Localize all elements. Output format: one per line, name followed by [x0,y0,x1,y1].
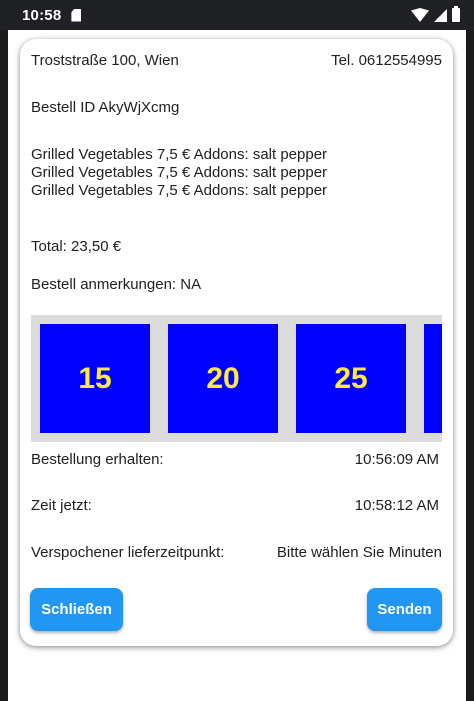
minute-option-label: 25 [334,361,368,395]
minute-option-25[interactable]: 25 [296,324,406,433]
minute-option-label: 15 [78,361,112,395]
close-button[interactable]: Schließen [30,588,123,631]
status-left: 10:58 [22,6,82,24]
device-frame-left [0,30,8,701]
current-time-value: 10:58:12 AM [354,497,439,514]
device-frame-right [466,30,474,701]
minute-option-15[interactable]: 15 [40,324,150,433]
customer-address: Troststraße 100, Wien [31,52,179,69]
current-time-label: Zeit jetzt: [31,497,92,514]
status-right [411,6,460,22]
order-dialog: Troststraße 100, Wien Tel. 0612554995 Be… [20,39,453,646]
minute-option-label: 20 [206,361,240,395]
promised-time-label: Verspochener lieferzeitpunkt: [31,544,225,561]
send-button[interactable]: Senden [367,588,442,631]
order-id: Bestell ID AkyWjXcmg [31,99,180,116]
status-time: 10:58 [22,6,62,24]
order-total: Total: 23,50 € [31,238,122,255]
minute-option-20[interactable]: 20 [168,324,278,433]
order-item: Grilled Vegetables 7,5 € Addons: salt pe… [31,164,328,181]
minutes-picker[interactable]: 15 20 25 [31,315,442,442]
received-label: Bestellung erhalten: [31,451,164,468]
signal-icon [434,8,447,22]
received-value: 10:56:09 AM [354,451,439,468]
status-bar: 10:58 [0,0,474,30]
promised-time-value: Bitte wählen Sie Minuten [276,544,442,561]
order-notes: Bestell anmerkungen: NA [31,276,202,293]
minute-option-partial[interactable] [424,324,442,433]
battery-icon [452,6,460,22]
order-item: Grilled Vegetables 7,5 € Addons: salt pe… [31,182,328,199]
order-items: Grilled Vegetables 7,5 € Addons: salt pe… [31,146,327,200]
sd-card-icon [71,8,82,22]
order-item: Grilled Vegetables 7,5 € Addons: salt pe… [31,146,328,163]
wifi-icon [411,8,429,22]
customer-phone: Tel. 0612554995 [331,52,442,69]
